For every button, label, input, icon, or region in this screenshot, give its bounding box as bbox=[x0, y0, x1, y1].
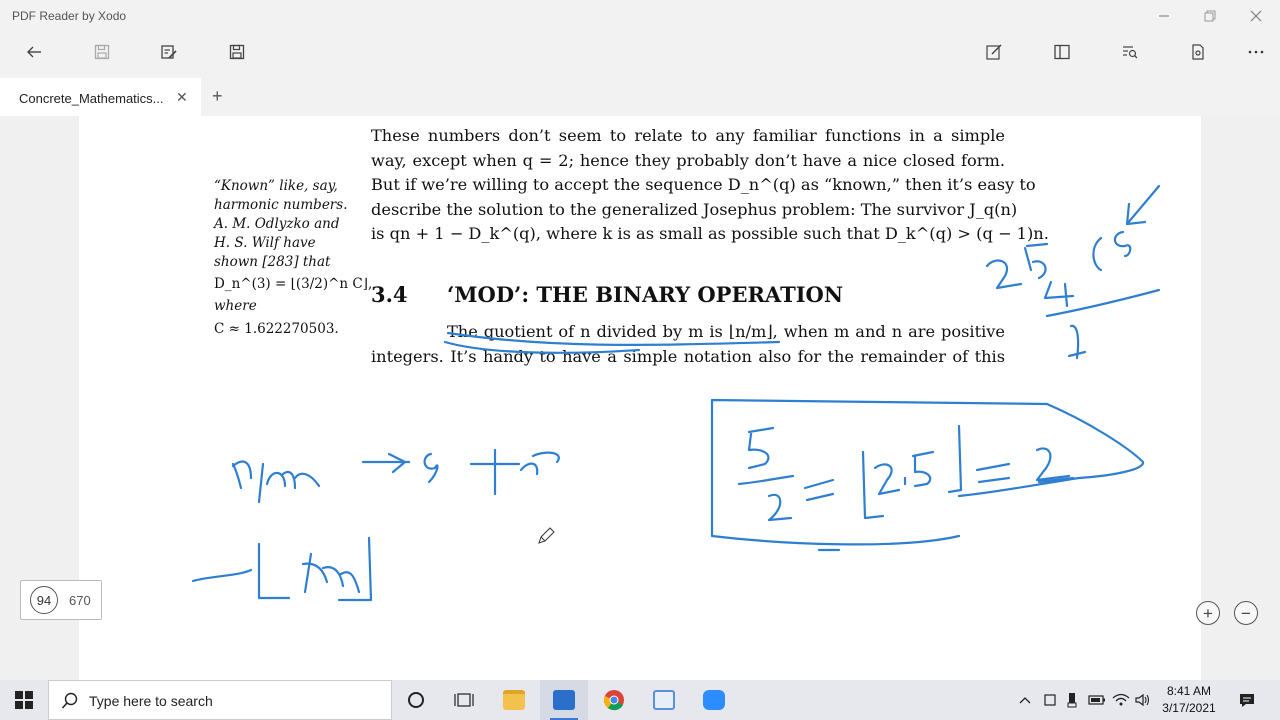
minimize-icon bbox=[1159, 15, 1169, 17]
file-explorer-button[interactable] bbox=[490, 680, 538, 720]
ink-digit bbox=[985, 259, 1023, 290]
restore-icon bbox=[1204, 10, 1216, 22]
device-icon bbox=[1044, 694, 1056, 706]
task-view-button[interactable] bbox=[440, 680, 488, 720]
zoom-in-button[interactable]: + bbox=[1196, 601, 1220, 625]
wifi-icon bbox=[1112, 693, 1130, 706]
chevron-up-icon bbox=[1019, 697, 1031, 704]
cortana-circle-icon bbox=[408, 692, 424, 708]
ink-underline bbox=[446, 331, 781, 346]
more-dots-icon bbox=[1248, 50, 1264, 54]
folder-icon bbox=[503, 690, 525, 710]
zoom-out-button[interactable]: − bbox=[1234, 601, 1258, 625]
windows-logo-icon bbox=[15, 691, 33, 709]
search-icon bbox=[61, 692, 78, 709]
tab-bar: Concrete_Mathematics... ✕ + bbox=[0, 72, 1280, 116]
xodo-taskbar-button[interactable] bbox=[540, 680, 588, 720]
save-as-button[interactable] bbox=[153, 36, 185, 68]
search-placeholder: Type here to search bbox=[89, 693, 213, 709]
ink-fraction-bar bbox=[1045, 288, 1161, 318]
cortana-button[interactable] bbox=[392, 680, 440, 720]
save-disabled-button[interactable] bbox=[86, 36, 118, 68]
ink-digit bbox=[1023, 242, 1049, 280]
save-icon bbox=[94, 44, 110, 60]
taskbar-search[interactable]: Type here to search bbox=[48, 680, 392, 720]
tab-close-icon[interactable]: ✕ bbox=[176, 89, 188, 106]
zoom-camera-icon bbox=[703, 690, 725, 710]
chrome-button[interactable] bbox=[590, 680, 638, 720]
ink-underline bbox=[443, 340, 641, 354]
ink-arrow bbox=[1125, 184, 1161, 226]
search-text-icon bbox=[1123, 46, 1138, 59]
ink-floor-2-5 bbox=[861, 424, 963, 520]
current-page: 94 bbox=[30, 586, 58, 614]
taskbar: Type here to search 8:41 AM 3/17/2021 bbox=[0, 680, 1280, 720]
total-pages: 670 bbox=[69, 593, 91, 608]
task-view-icon bbox=[454, 693, 474, 707]
pen-cursor-icon bbox=[538, 527, 555, 544]
search-document-button[interactable] bbox=[1114, 36, 1146, 68]
ink-floor-bracket bbox=[191, 536, 373, 602]
ink-fraction-5-over-2 bbox=[737, 426, 795, 522]
ink-digit bbox=[1113, 230, 1132, 258]
ink-arrow-to-q bbox=[361, 452, 411, 474]
page-counter[interactable]: 94 670 bbox=[20, 580, 102, 620]
pencil-edit-icon bbox=[986, 44, 1002, 60]
start-button[interactable] bbox=[0, 680, 48, 720]
ink-equals-2 bbox=[975, 447, 1075, 484]
back-button[interactable] bbox=[18, 36, 50, 68]
back-arrow-icon bbox=[27, 46, 41, 58]
close-window-button[interactable] bbox=[1233, 0, 1279, 32]
snipping-tool-button[interactable] bbox=[640, 680, 688, 720]
ink-equals bbox=[803, 478, 835, 502]
ink-text-n-over-m bbox=[231, 460, 321, 504]
title-bar: PDF Reader by Xodo bbox=[0, 0, 1280, 32]
new-tab-icon[interactable]: + bbox=[212, 86, 223, 107]
zoom-app-button[interactable] bbox=[690, 680, 738, 720]
chrome-icon bbox=[604, 690, 624, 711]
tray-device-icon[interactable] bbox=[1040, 680, 1060, 720]
save-button[interactable] bbox=[221, 36, 253, 68]
ink-digit bbox=[1043, 280, 1075, 308]
document-gear-icon bbox=[1192, 44, 1204, 60]
annotate-button[interactable] bbox=[978, 36, 1010, 68]
save-as-edit-icon bbox=[161, 45, 177, 59]
sidebar-icon bbox=[1054, 44, 1070, 60]
battery-button[interactable] bbox=[1086, 680, 1108, 720]
speaker-icon bbox=[1135, 693, 1150, 707]
ink-digit bbox=[423, 452, 439, 484]
ink-digit bbox=[1067, 324, 1087, 360]
tab-document[interactable]: Concrete_Mathematics... ✕ bbox=[0, 78, 201, 116]
tray-usb-icon[interactable] bbox=[1062, 680, 1082, 720]
notification-icon bbox=[1240, 694, 1254, 707]
usb-icon bbox=[1067, 693, 1077, 708]
action-center-button[interactable] bbox=[1234, 680, 1260, 720]
show-hidden-icons[interactable] bbox=[1014, 680, 1036, 720]
network-button[interactable] bbox=[1110, 680, 1132, 720]
close-icon bbox=[1250, 10, 1262, 22]
minimize-button[interactable] bbox=[1141, 0, 1187, 32]
document-viewer[interactable]: These numbers don’t seem to relate to an… bbox=[0, 116, 1280, 680]
tab-label: Concrete_Mathematics... bbox=[19, 91, 164, 106]
ink-annotations bbox=[191, 184, 1161, 602]
app-title: PDF Reader by Xodo bbox=[12, 9, 127, 23]
floppy-icon bbox=[229, 44, 245, 60]
ink-plus-r bbox=[469, 448, 560, 496]
system-clock[interactable]: 8:41 AM 3/17/2021 bbox=[1150, 683, 1228, 717]
xodo-app-icon bbox=[553, 690, 575, 710]
ink-digit bbox=[1092, 236, 1103, 272]
toolbar bbox=[0, 32, 1280, 72]
more-options-button[interactable] bbox=[1240, 36, 1272, 68]
snipping-icon bbox=[653, 690, 675, 710]
clock-time: 8:41 AM bbox=[1166, 684, 1212, 698]
clock-date: 3/17/2021 bbox=[1162, 701, 1216, 715]
restore-button[interactable] bbox=[1187, 0, 1233, 32]
pdf-page[interactable]: These numbers don’t seem to relate to an… bbox=[79, 116, 1201, 680]
battery-icon bbox=[1088, 695, 1105, 705]
sidebar-toggle-button[interactable] bbox=[1046, 36, 1078, 68]
document-settings-button[interactable] bbox=[1182, 36, 1214, 68]
